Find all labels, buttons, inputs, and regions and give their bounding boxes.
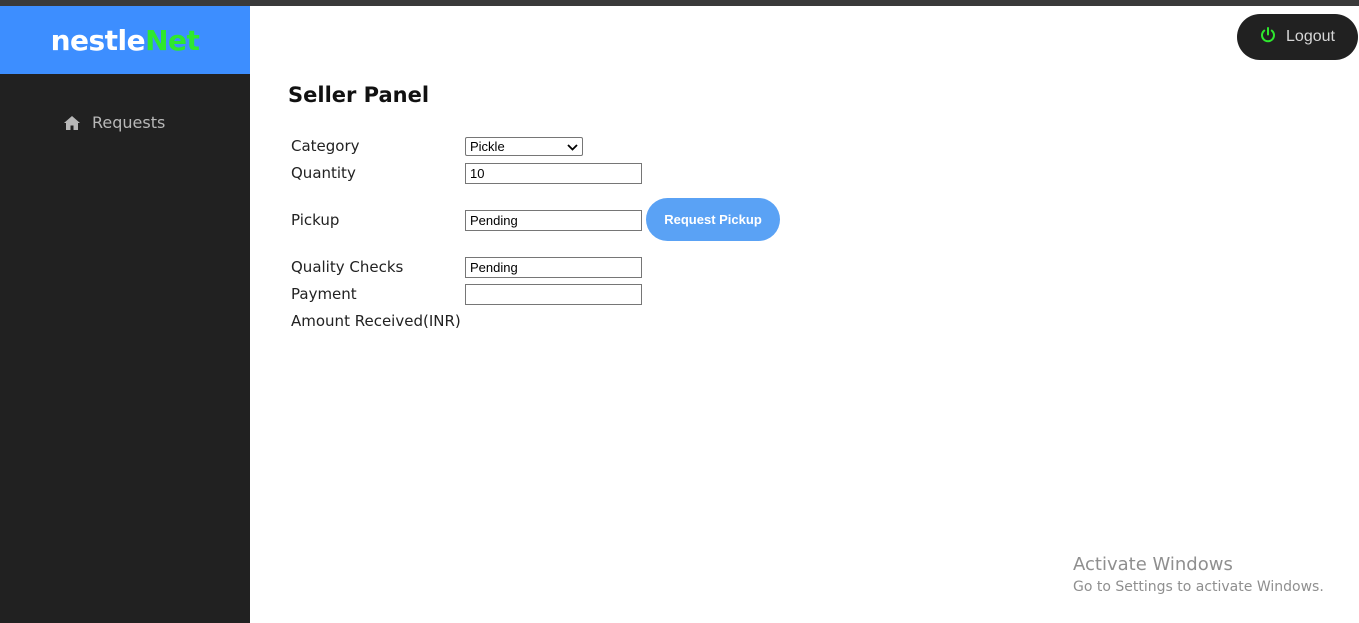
activate-windows-title: Activate Windows bbox=[1073, 554, 1233, 575]
request-pickup-button[interactable]: Request Pickup bbox=[646, 198, 780, 241]
amount-received-label: Amount Received(INR) bbox=[291, 312, 461, 330]
category-select[interactable]: Pickle bbox=[465, 137, 583, 156]
brand-logo[interactable]: nestleNet bbox=[0, 6, 250, 74]
chevron-down-icon bbox=[567, 139, 578, 154]
payment-label: Payment bbox=[291, 285, 357, 303]
quantity-field[interactable]: 10 bbox=[465, 163, 642, 184]
brand-name-part2: Net bbox=[145, 23, 200, 57]
category-selected-value: Pickle bbox=[470, 139, 505, 154]
sidebar-item-requests[interactable]: Requests bbox=[64, 113, 165, 132]
category-label: Category bbox=[291, 137, 360, 155]
quantity-label: Quantity bbox=[291, 164, 356, 182]
sidebar-item-label: Requests bbox=[92, 113, 166, 132]
sidebar: nestleNet Requests bbox=[0, 6, 250, 623]
quality-checks-label: Quality Checks bbox=[291, 258, 404, 276]
activate-windows-subtitle: Go to Settings to activate Windows. bbox=[1073, 579, 1324, 595]
logout-label: Logout bbox=[1286, 28, 1335, 45]
pickup-label: Pickup bbox=[291, 211, 340, 229]
home-icon bbox=[64, 115, 80, 130]
pickup-field[interactable]: Pending bbox=[465, 210, 642, 231]
brand-name: nestleNet bbox=[51, 24, 200, 57]
quality-checks-field[interactable]: Pending bbox=[465, 257, 642, 278]
power-icon bbox=[1260, 27, 1276, 47]
logout-button[interactable]: Logout bbox=[1237, 14, 1358, 60]
page-title: Seller Panel bbox=[288, 83, 430, 107]
payment-field[interactable] bbox=[465, 284, 642, 305]
brand-name-part1: nestle bbox=[50, 23, 146, 57]
